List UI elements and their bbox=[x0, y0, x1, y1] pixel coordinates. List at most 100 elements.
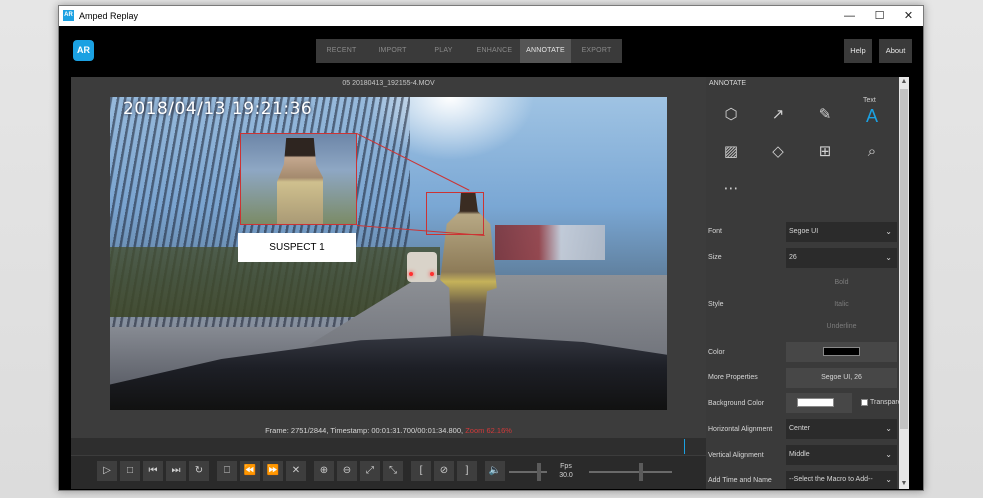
font-label: Font bbox=[708, 228, 723, 235]
help-button[interactable]: Help bbox=[844, 39, 872, 63]
background-color-label: Background Color bbox=[708, 400, 765, 407]
vertical-alignment-select[interactable]: Middle ⌄ bbox=[786, 445, 897, 465]
fps-slider-knob[interactable] bbox=[639, 463, 643, 481]
vertical-alignment-label: Vertical Alignment bbox=[708, 452, 764, 459]
zoom-out-icon[interactable]: ⊖ bbox=[337, 461, 357, 481]
close-icon[interactable]: ✕ bbox=[286, 461, 306, 481]
more-icon[interactable]: ⋯ bbox=[719, 177, 743, 201]
play-icon[interactable]: ▷ bbox=[97, 461, 117, 481]
magnifier-source-box[interactable] bbox=[426, 192, 484, 235]
tab-annotate[interactable]: ANNOTATE bbox=[520, 39, 571, 63]
scene-tanker bbox=[407, 252, 437, 282]
fast-forward-icon[interactable]: ⏩ bbox=[263, 461, 283, 481]
font-select[interactable]: Segoe UI ⌄ bbox=[786, 222, 897, 242]
blur-drop-icon[interactable]: ◇ bbox=[766, 140, 790, 164]
chevron-down-icon: ⌄ bbox=[885, 450, 892, 459]
window-title: Amped Replay bbox=[79, 11, 139, 21]
next-frame-icon[interactable]: ⏭ bbox=[166, 461, 186, 481]
fps-slider[interactable] bbox=[589, 463, 672, 481]
fps-display: Fps 30.0 bbox=[552, 462, 580, 480]
color-label: Color bbox=[708, 349, 725, 356]
clear-range-icon[interactable]: ⊘ bbox=[434, 461, 454, 481]
add-time-and-name-label: Add Time and Name bbox=[708, 477, 772, 484]
style-italic-button[interactable]: Italic bbox=[786, 295, 897, 315]
active-tool-caption: Text bbox=[863, 97, 876, 104]
previous-frame-icon[interactable]: ⏮ bbox=[143, 461, 163, 481]
suspect-text-annotation[interactable]: SUSPECT 1 bbox=[238, 233, 356, 262]
style-label: Style bbox=[708, 301, 724, 308]
tab-play[interactable]: PLAY bbox=[418, 39, 469, 63]
video-timestamp-overlay: 2018/04/13 19:21:36 bbox=[123, 99, 313, 119]
app-icon: AR bbox=[63, 10, 74, 21]
frame-info: Frame: 2751/2844, Timestamp: 00:01:31.70… bbox=[71, 426, 706, 435]
size-label: Size bbox=[708, 254, 722, 261]
video-frame[interactable]: 2018/04/13 19:21:36 SUSPECT 1 bbox=[110, 97, 667, 410]
spotlight-icon[interactable]: ⌕ bbox=[860, 140, 884, 164]
magnify-icon[interactable]: ⊞ bbox=[813, 140, 837, 164]
chevron-down-icon: ⌄ bbox=[885, 227, 892, 236]
panel-title: ANNOTATE bbox=[709, 80, 747, 87]
horizontal-alignment-label: Horizontal Alignment bbox=[708, 426, 773, 433]
bookmark-icon[interactable]: ⎕ bbox=[217, 461, 237, 481]
text-color-swatch bbox=[823, 347, 860, 356]
timeline[interactable] bbox=[71, 438, 706, 455]
main-tabs: RECENT IMPORT PLAY ENHANCE ANNOTATE EXPO… bbox=[316, 39, 622, 63]
magnifier-annotation[interactable] bbox=[240, 133, 357, 225]
playback-controls: ▷ □ ⏮ ⏭ ↻ ⎕ ⏪ ⏩ ✕ ⊕ ⊖ ⤢ ⤡ [ ⊘ ] 🔈 Fps 30… bbox=[71, 456, 706, 489]
scene-taillight bbox=[409, 272, 413, 276]
app-header: AR RECENT IMPORT PLAY ENHANCE ANNOTATE E… bbox=[59, 26, 923, 76]
close-window-button[interactable]: ✕ bbox=[894, 6, 923, 26]
rewind-icon[interactable]: ⏪ bbox=[240, 461, 260, 481]
transparent-checkbox[interactable] bbox=[861, 399, 868, 406]
annotate-panel: ANNOTATE ⬡ ↗ ✎ Text A ▨ ◇ ⊞ ⌕ ⋯ Font Seg… bbox=[706, 77, 907, 489]
size-select-value: 26 bbox=[789, 254, 797, 261]
fit-icon[interactable]: ⤢ bbox=[360, 461, 380, 481]
about-button[interactable]: About bbox=[879, 39, 912, 63]
image-icon[interactable]: ▨ bbox=[719, 140, 743, 164]
add-time-and-name-value: --Select the Macro to Add-- bbox=[789, 476, 873, 483]
tab-import[interactable]: IMPORT bbox=[367, 39, 418, 63]
add-time-and-name-select[interactable]: --Select the Macro to Add-- ⌄ bbox=[786, 471, 897, 489]
style-underline-button[interactable]: Underline bbox=[786, 317, 897, 337]
scroll-up-icon[interactable]: ▲ bbox=[899, 77, 909, 87]
minimize-button[interactable]: — bbox=[835, 6, 864, 26]
shrink-icon[interactable]: ⤡ bbox=[383, 461, 403, 481]
title-bar: AR Amped Replay — ☐ ✕ bbox=[59, 6, 923, 26]
tab-enhance[interactable]: ENHANCE bbox=[469, 39, 520, 63]
mark-in-icon[interactable]: [ bbox=[411, 461, 431, 481]
style-bold-button[interactable]: Bold bbox=[786, 273, 897, 293]
panel-scrollbar[interactable]: ▲ ▼ bbox=[899, 77, 909, 489]
app-window: AR Amped Replay — ☐ ✕ AR RECENT IMPORT P… bbox=[58, 5, 924, 491]
arrow-icon[interactable]: ↗ bbox=[766, 103, 790, 127]
chevron-down-icon: ⌄ bbox=[885, 475, 892, 484]
tab-export[interactable]: EXPORT bbox=[571, 39, 622, 63]
chevron-down-icon: ⌄ bbox=[885, 424, 892, 433]
volume-slider-knob[interactable] bbox=[537, 463, 541, 481]
size-select[interactable]: 26 ⌄ bbox=[786, 248, 897, 268]
more-properties-button[interactable]: Segoe UI, 26 bbox=[786, 368, 897, 388]
horizontal-alignment-value: Center bbox=[789, 425, 811, 432]
loop-icon[interactable]: ↻ bbox=[189, 461, 209, 481]
shape-icon[interactable]: ⬡ bbox=[719, 103, 743, 127]
scrollbar-thumb[interactable] bbox=[900, 89, 908, 429]
mark-out-icon[interactable]: ] bbox=[457, 461, 477, 481]
zoom-in-icon[interactable]: ⊕ bbox=[314, 461, 334, 481]
volume-slider[interactable] bbox=[509, 463, 547, 481]
fps-label: Fps bbox=[560, 463, 572, 470]
text-icon[interactable]: A bbox=[860, 104, 884, 128]
pencil-icon[interactable]: ✎ bbox=[813, 103, 837, 127]
tab-recent[interactable]: RECENT bbox=[316, 39, 367, 63]
timeline-cursor[interactable] bbox=[684, 439, 685, 454]
stop-icon[interactable]: □ bbox=[120, 461, 140, 481]
background-color-picker[interactable] bbox=[786, 393, 852, 413]
fps-value: 30.0 bbox=[559, 472, 573, 479]
horizontal-alignment-select[interactable]: Center ⌄ bbox=[786, 419, 897, 439]
text-color-picker[interactable] bbox=[786, 342, 897, 362]
frame-info-warning: Zoom 62.16% bbox=[465, 426, 512, 435]
scroll-down-icon[interactable]: ▼ bbox=[899, 479, 909, 489]
font-select-value: Segoe UI bbox=[789, 228, 819, 235]
volume-icon[interactable]: 🔈 bbox=[485, 461, 505, 481]
chevron-down-icon: ⌄ bbox=[885, 253, 892, 262]
maximize-button[interactable]: ☐ bbox=[865, 6, 894, 26]
background-color-swatch bbox=[797, 398, 834, 407]
